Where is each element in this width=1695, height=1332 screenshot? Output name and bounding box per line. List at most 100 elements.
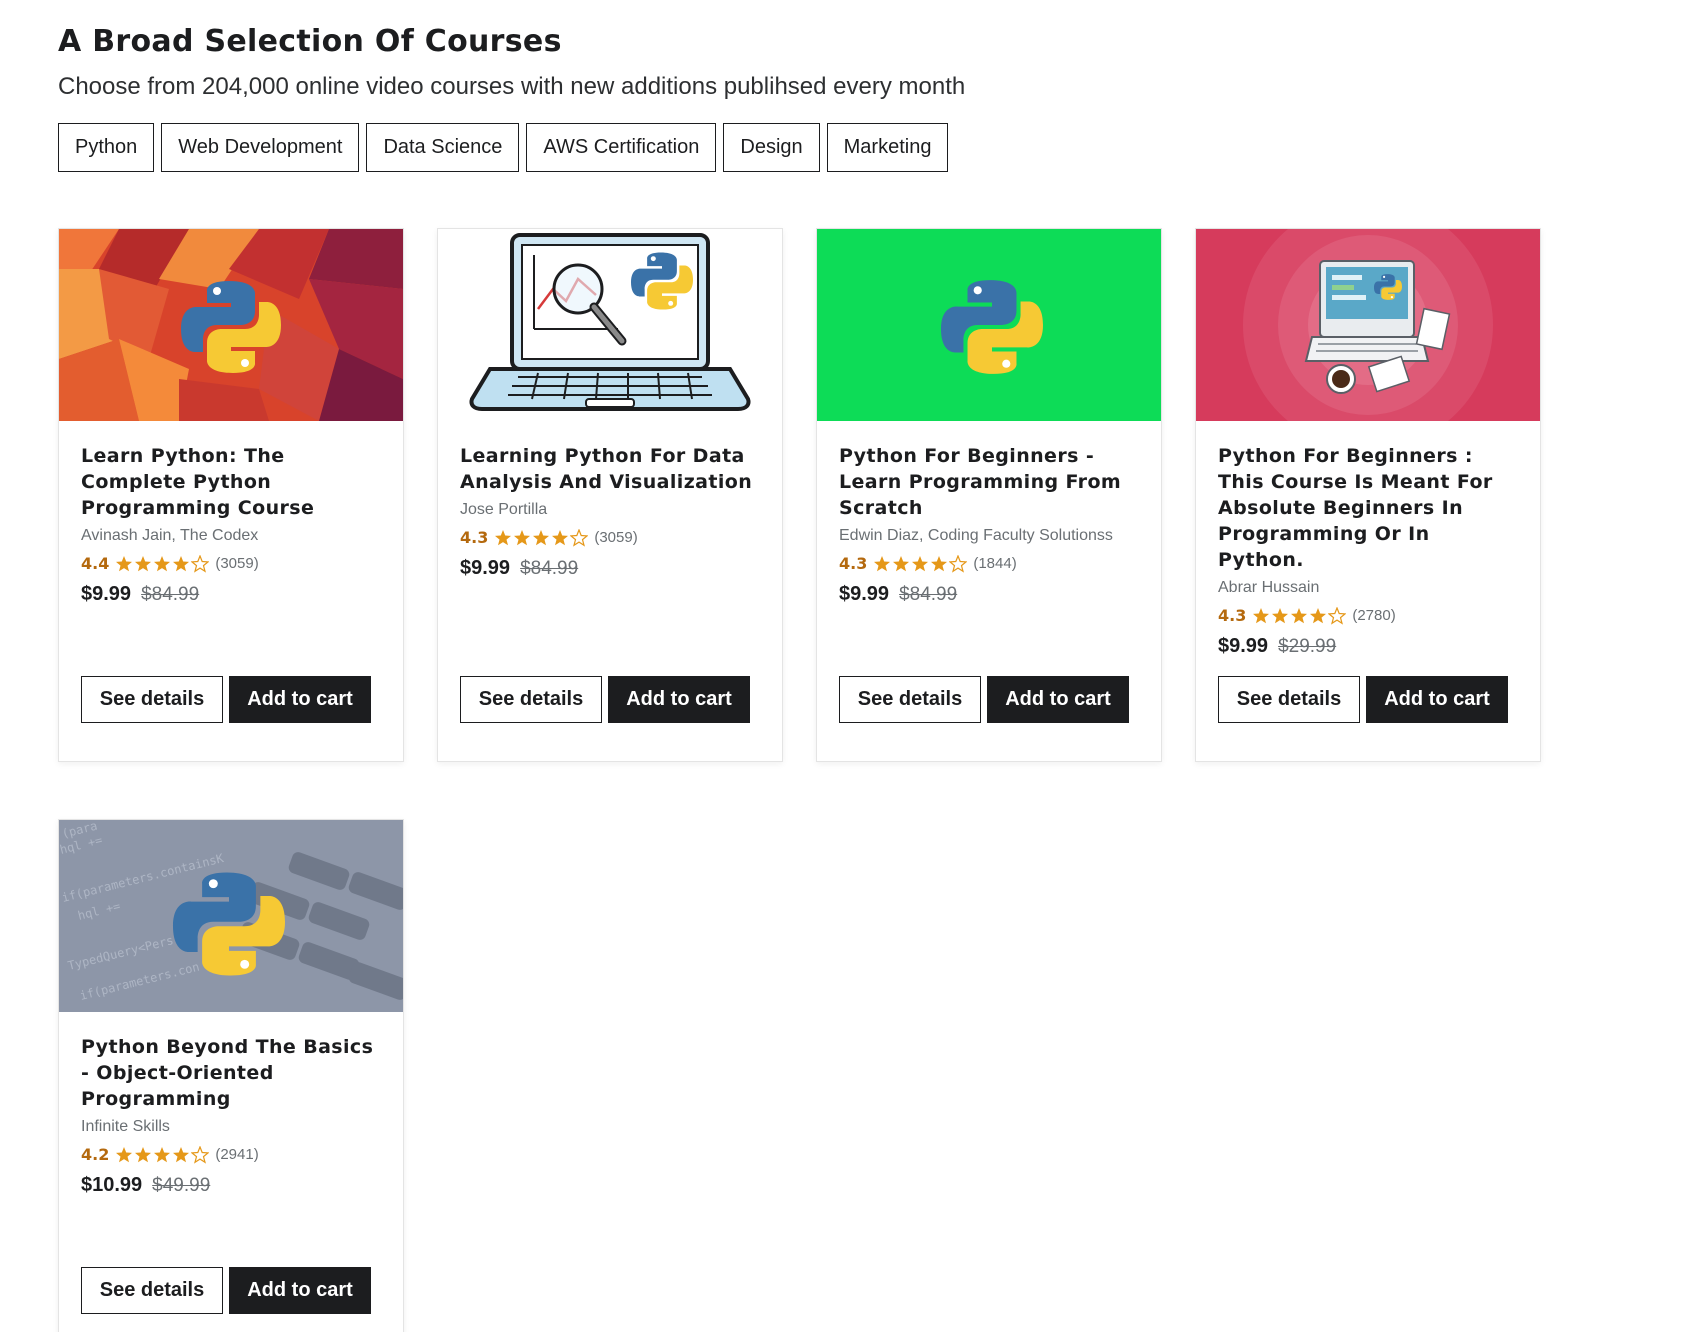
price-row: $9.99 $84.99 — [81, 583, 381, 606]
star-icon — [533, 529, 550, 545]
laptop-desk-pink-thumbnail[interactable] — [1196, 229, 1540, 421]
add-to-cart-button[interactable]: Add to cart — [608, 676, 750, 723]
star-icon — [893, 555, 910, 571]
rating-row: 4.2 (2941) — [81, 1145, 381, 1164]
filter-python[interactable]: Python — [58, 123, 155, 172]
rating-row: 4.3 (1844) — [839, 554, 1139, 573]
course-title[interactable]: Python For Beginners : This Course Is Me… — [1218, 443, 1518, 573]
card-actions: See details Add to cart — [1218, 676, 1508, 723]
review-count: (3059) — [215, 555, 259, 572]
rating-row: 4.4 (3059) — [81, 554, 381, 573]
star-outline-icon — [191, 1145, 209, 1163]
star-outline-icon — [191, 554, 209, 572]
star-icon — [552, 529, 569, 545]
star-icon — [931, 555, 948, 571]
star-icon — [912, 555, 929, 571]
star-icon — [116, 1146, 133, 1162]
current-price: $9.99 — [839, 583, 890, 605]
star-icon — [514, 529, 531, 545]
courses-section: A Broad Selection Of Courses Choose from… — [58, 24, 1658, 172]
rating-value: 4.3 — [1218, 606, 1247, 625]
rating-row: 4.3 (3059) — [460, 528, 760, 547]
star-icon — [1272, 607, 1289, 623]
course-grid: Learn Python: The Complete Python Progra… — [58, 228, 1558, 1332]
course-card: (para hql += if(parameters.containsK hql… — [58, 819, 404, 1332]
price-row: $9.99 $84.99 — [839, 583, 1139, 606]
see-details-button[interactable]: See details — [1218, 676, 1360, 723]
star-icon — [154, 1146, 171, 1162]
star-icon — [116, 555, 133, 571]
course-card: Learning Python For Data Analysis And Vi… — [437, 228, 783, 762]
review-count: (3059) — [594, 529, 638, 546]
course-card: Learn Python: The Complete Python Progra… — [58, 228, 404, 762]
course-title[interactable]: Python For Beginners - Learn Programming… — [839, 443, 1139, 521]
filter-aws-certification[interactable]: AWS Certification — [526, 123, 717, 172]
course-author: Abrar Hussain — [1218, 579, 1320, 596]
original-price: $49.99 — [152, 1174, 211, 1196]
review-count: (1844) — [973, 555, 1017, 572]
course-author: Infinite Skills — [81, 1118, 170, 1135]
filter-marketing[interactable]: Marketing — [826, 123, 949, 172]
star-rating — [873, 554, 967, 573]
star-icon — [495, 529, 512, 545]
rating-value: 4.3 — [460, 528, 489, 547]
python-logo-red-thumbnail[interactable] — [59, 229, 403, 421]
star-icon — [173, 555, 190, 571]
star-icon — [173, 1146, 190, 1162]
course-title[interactable]: Learn Python: The Complete Python Progra… — [81, 443, 381, 521]
original-price: $84.99 — [899, 583, 958, 605]
card-actions: See details Add to cart — [839, 676, 1129, 723]
star-icon — [135, 1146, 152, 1162]
original-price: $29.99 — [1278, 635, 1337, 657]
original-price: $84.99 — [520, 557, 579, 579]
course-card: Python For Beginners : This Course Is Me… — [1195, 228, 1541, 762]
filter-design[interactable]: Design — [723, 123, 820, 172]
see-details-button[interactable]: See details — [839, 676, 981, 723]
rating-value: 4.4 — [81, 554, 110, 573]
price-row: $9.99 $84.99 — [460, 557, 760, 580]
star-icon — [874, 555, 891, 571]
rating-value: 4.3 — [839, 554, 868, 573]
course-author: Jose Portilla — [460, 501, 548, 518]
course-title[interactable]: Learning Python For Data Analysis And Vi… — [460, 443, 760, 495]
star-rating — [115, 1145, 209, 1164]
add-to-cart-button[interactable]: Add to cart — [229, 1267, 371, 1314]
card-actions: See details Add to cart — [81, 1267, 371, 1314]
python-logo-green-thumbnail[interactable] — [817, 229, 1161, 421]
price-row: $9.99 $29.99 — [1218, 635, 1518, 658]
card-actions: See details Add to cart — [81, 676, 371, 723]
star-outline-icon — [570, 528, 588, 546]
original-price: $84.99 — [141, 583, 200, 605]
star-icon — [154, 555, 171, 571]
star-outline-icon — [949, 554, 967, 572]
filter-data-science[interactable]: Data Science — [366, 123, 520, 172]
python-logo-keyboard-thumbnail[interactable]: (para hql += if(parameters.containsK hql… — [59, 820, 403, 1012]
see-details-button[interactable]: See details — [81, 676, 223, 723]
add-to-cart-button[interactable]: Add to cart — [1366, 676, 1508, 723]
course-author: Avinash Jain, The Codex — [81, 527, 259, 544]
review-count: (2941) — [215, 1146, 259, 1163]
course-title[interactable]: Python Beyond The Basics - Object-Orient… — [81, 1034, 381, 1112]
laptop-chart-python-thumbnail[interactable] — [438, 229, 782, 421]
star-icon — [1291, 607, 1308, 623]
category-filters: Python Web Development Data Science AWS … — [58, 123, 1658, 172]
add-to-cart-button[interactable]: Add to cart — [229, 676, 371, 723]
card-actions: See details Add to cart — [460, 676, 750, 723]
price-row: $10.99 $49.99 — [81, 1174, 381, 1197]
add-to-cart-button[interactable]: Add to cart — [987, 676, 1129, 723]
star-icon — [1310, 607, 1327, 623]
star-rating — [115, 554, 209, 573]
filter-web-development[interactable]: Web Development — [161, 123, 360, 172]
see-details-button[interactable]: See details — [460, 676, 602, 723]
course-card: Python For Beginners - Learn Programming… — [816, 228, 1162, 762]
section-title: A Broad Selection Of Courses — [58, 24, 562, 59]
star-outline-icon — [1328, 606, 1346, 624]
section-subtitle: Choose from 204,000 online video courses… — [58, 73, 966, 100]
course-author: Edwin Diaz, Coding Faculty Solutionss — [839, 527, 1113, 544]
star-rating — [1252, 606, 1346, 625]
rating-row: 4.3 (2780) — [1218, 606, 1518, 625]
see-details-button[interactable]: See details — [81, 1267, 223, 1314]
current-price: $9.99 — [460, 557, 511, 579]
star-icon — [1253, 607, 1270, 623]
current-price: $9.99 — [1218, 635, 1269, 657]
